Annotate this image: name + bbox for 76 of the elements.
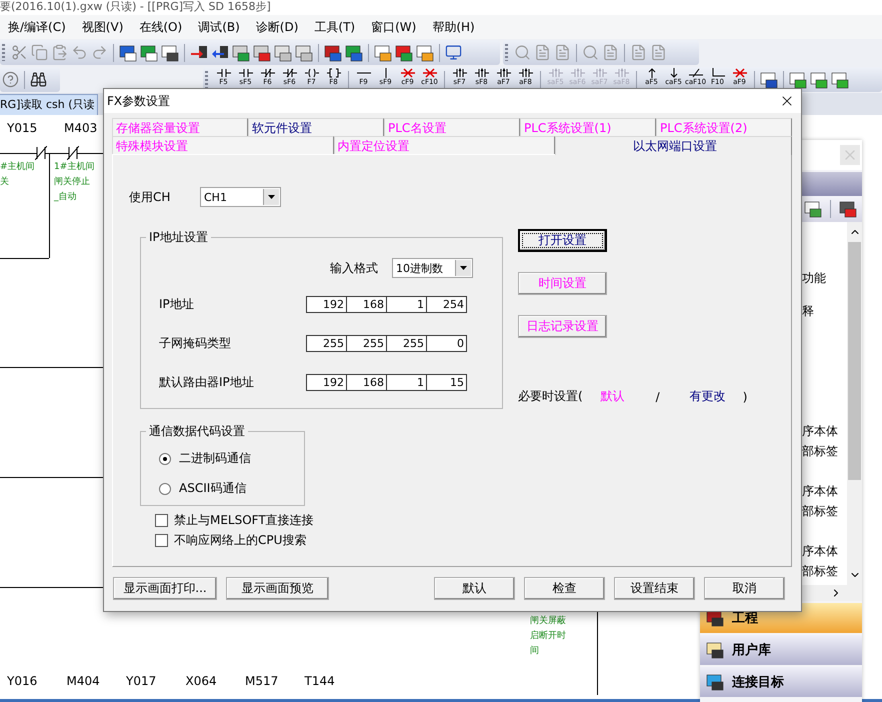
ip-octet-field[interactable]: 255 <box>386 335 427 352</box>
device-comment: 1#主机间 <box>54 160 94 174</box>
legend-text: ) <box>742 390 748 404</box>
dialog-title: FX参数设置 <box>107 92 170 110</box>
group-title: 通信数据代码设置 <box>148 423 246 440</box>
group-title: IP地址设置 <box>148 229 209 246</box>
menu-item[interactable]: 调试(B) <box>190 18 248 36</box>
ip-octet-field[interactable]: 168 <box>346 374 387 391</box>
ip-octet-field[interactable]: 192 <box>306 374 347 391</box>
device-comment: 间 <box>530 644 539 658</box>
navigator-section-button[interactable]: 连接目标 <box>700 667 862 697</box>
device-label: M404 <box>66 674 100 688</box>
tree-item[interactable]: 部标签 <box>801 561 838 581</box>
footer-button[interactable]: 显示画面打印... <box>113 576 217 600</box>
tab[interactable]: 以太网端口设置 <box>555 136 792 155</box>
format-dropdown[interactable]: 10进制数 <box>392 258 473 278</box>
settings-button[interactable]: 打开设置 <box>518 229 607 252</box>
device-comment: 闸关屏蔽 <box>530 614 566 628</box>
radio-option[interactable]: ASCII码通信 <box>159 480 304 497</box>
tab[interactable]: 软元件设置 <box>248 118 384 136</box>
device-comment: _自动 <box>54 190 76 204</box>
tree-item[interactable]: 序本体 <box>801 481 838 501</box>
window-title: 要(2016.10(1).gxw (只读) - [[PRG]写入 SD 1658步] <box>0 0 882 15</box>
footer-button[interactable]: 默认 <box>434 576 515 600</box>
tree-item[interactable]: 释 <box>801 301 814 321</box>
menu-item[interactable]: 换/编译(C) <box>0 18 74 36</box>
field-label: 默认路由器IP地址 <box>159 374 255 391</box>
tree-item[interactable]: 序本体 <box>801 541 838 561</box>
field-label: 输入格式 <box>330 260 378 276</box>
ip-octet-field[interactable]: 1 <box>386 296 427 313</box>
ip-octet-field[interactable]: 1 <box>386 374 427 391</box>
footer-button[interactable]: 取消 <box>704 576 785 600</box>
field-label: 子网掩码类型 <box>159 335 232 352</box>
legend-changed: 有更改 <box>688 388 727 405</box>
footer-button[interactable]: 设置结束 <box>614 576 695 600</box>
checkbox-option[interactable]: 禁止与MELSOFT直接连接 <box>155 510 503 530</box>
legend-separator: / <box>654 390 661 404</box>
field-label: IP地址 <box>159 296 195 313</box>
device-comment: 闸关停止 <box>54 176 90 189</box>
device-comment: #主机间 <box>0 160 35 174</box>
ip-octet-field[interactable]: 15 <box>426 374 467 391</box>
ip-octet-field[interactable]: 255 <box>306 335 347 352</box>
ip-octet-field[interactable]: 168 <box>346 296 387 313</box>
radio-option[interactable]: 二进制码通信 <box>159 450 304 467</box>
menu-item[interactable]: 窗口(W) <box>363 18 424 36</box>
legend-default: 默认 <box>600 388 626 405</box>
device-comment: 关 <box>0 176 9 189</box>
footer-button[interactable]: 检查 <box>524 576 605 600</box>
tree-item[interactable]: 部标签 <box>801 441 838 461</box>
footer-button[interactable]: 显示画面预览 <box>226 576 329 600</box>
editor-tab[interactable]: RG]读取 csh (只读 <box>0 94 98 115</box>
tree-item[interactable]: 部标签 <box>801 501 838 521</box>
menu-item[interactable]: 帮助(H) <box>424 18 483 36</box>
checkbox-option[interactable]: 不响应网络上的CPU搜索 <box>155 530 503 550</box>
ip-octet-field[interactable]: 192 <box>306 296 347 313</box>
device-label: Y016 <box>7 674 38 688</box>
menu-item[interactable]: 视图(V) <box>74 18 132 36</box>
menu-item[interactable]: 诊断(D) <box>248 18 306 36</box>
ip-octet-field[interactable]: 0 <box>426 335 467 352</box>
field-label: 使用CH <box>129 188 172 206</box>
tree-item[interactable]: 功能 <box>801 268 826 288</box>
device-label: T144 <box>304 674 335 688</box>
device-comment: 启断开时 <box>530 630 566 643</box>
ip-octet-field[interactable]: 254 <box>426 296 467 313</box>
channel-dropdown[interactable]: CH1 <box>200 187 281 207</box>
menu-item[interactable]: 在线(O) <box>131 18 190 36</box>
tree-item[interactable]: 序本体 <box>801 421 838 441</box>
device-label: Y015 <box>7 121 38 135</box>
navigator-section-button[interactable]: 用户库 <box>700 635 862 665</box>
menu-item[interactable]: 工具(T) <box>306 18 364 36</box>
device-label: Y017 <box>126 674 156 688</box>
legend-text: 必要时设置( <box>518 388 583 405</box>
device-label: M403 <box>64 121 98 135</box>
device-label: M517 <box>245 674 278 688</box>
device-label: X064 <box>186 674 217 688</box>
ip-octet-field[interactable]: 255 <box>346 335 387 352</box>
